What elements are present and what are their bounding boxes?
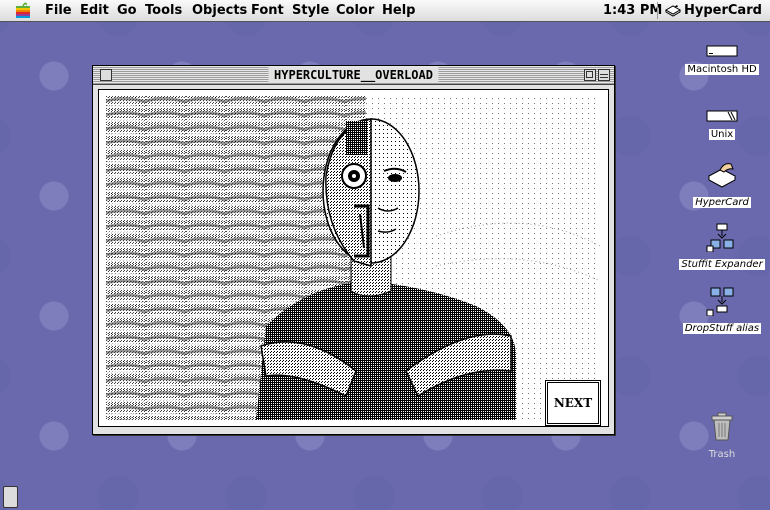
- desktop-icon-label: HyperCard: [693, 197, 751, 208]
- hard-disk-icon: [706, 45, 738, 57]
- tab-handle-icon[interactable]: [3, 486, 18, 508]
- close-box-icon[interactable]: [100, 69, 112, 81]
- application-menu-label: HyperCard: [684, 3, 762, 18]
- menu-edit[interactable]: Edit: [80, 3, 109, 18]
- next-button[interactable]: NEXT: [547, 382, 599, 424]
- hypercard-window[interactable]: HYPERCULTURE__OVERLOAD NEXT: [92, 65, 615, 435]
- application-menu[interactable]: HyperCard: [665, 3, 762, 18]
- stuffit-expander-icon: [706, 223, 734, 252]
- desktop-icon-dropstuff-alias[interactable]: DropStuff alias: [677, 286, 767, 335]
- menu-separator: [657, 2, 658, 19]
- menu-bar: File Edit Go Tools Objects Font Style Co…: [0, 0, 770, 22]
- hypercard-card: NEXT: [98, 89, 609, 427]
- disk-icon: [706, 110, 738, 122]
- zoom-box-icon[interactable]: [584, 69, 596, 81]
- menu-clock[interactable]: 1:43 PM: [603, 3, 662, 18]
- desktop-icon-stuffit-expander[interactable]: Stuffit Expander: [677, 222, 767, 271]
- menu-style[interactable]: Style: [292, 3, 329, 18]
- menu-color[interactable]: Color: [336, 3, 374, 18]
- desktop-icon-label: DropStuff alias: [682, 323, 762, 334]
- menu-go[interactable]: Go: [117, 3, 137, 18]
- menu-font[interactable]: Font: [251, 3, 284, 18]
- dropstuff-alias-icon: [706, 287, 734, 316]
- collapse-box-icon[interactable]: [598, 69, 610, 81]
- apple-menu-icon[interactable]: [14, 2, 32, 19]
- menu-tools[interactable]: Tools: [145, 3, 182, 18]
- window-title: HYPERCULTURE__OVERLOAD: [268, 67, 439, 83]
- trash-icon: [711, 412, 733, 441]
- desktop-icon-macintosh-hd[interactable]: Macintosh HD: [677, 45, 767, 76]
- desktop-icon-label: Unix: [708, 129, 736, 140]
- menu-help[interactable]: Help: [382, 3, 415, 18]
- desktop-icon-label: Trash: [708, 449, 736, 460]
- window-title-bar[interactable]: HYPERCULTURE__OVERLOAD: [93, 66, 614, 85]
- hypercard-stack-icon: [707, 163, 737, 188]
- desktop-icon-trash[interactable]: Trash: [677, 410, 767, 461]
- menu-file[interactable]: File: [45, 3, 72, 18]
- cyborg-portrait-image: [106, 96, 600, 420]
- desktop-icon-unix[interactable]: Unix: [677, 110, 767, 141]
- menu-objects[interactable]: Objects: [192, 3, 247, 18]
- desktop-icon-hypercard[interactable]: HyperCard: [677, 160, 767, 209]
- hypercard-app-icon: [665, 4, 681, 17]
- desktop-icon-label: Stuffit Expander: [679, 259, 765, 270]
- desktop-icon-label: Macintosh HD: [685, 64, 759, 75]
